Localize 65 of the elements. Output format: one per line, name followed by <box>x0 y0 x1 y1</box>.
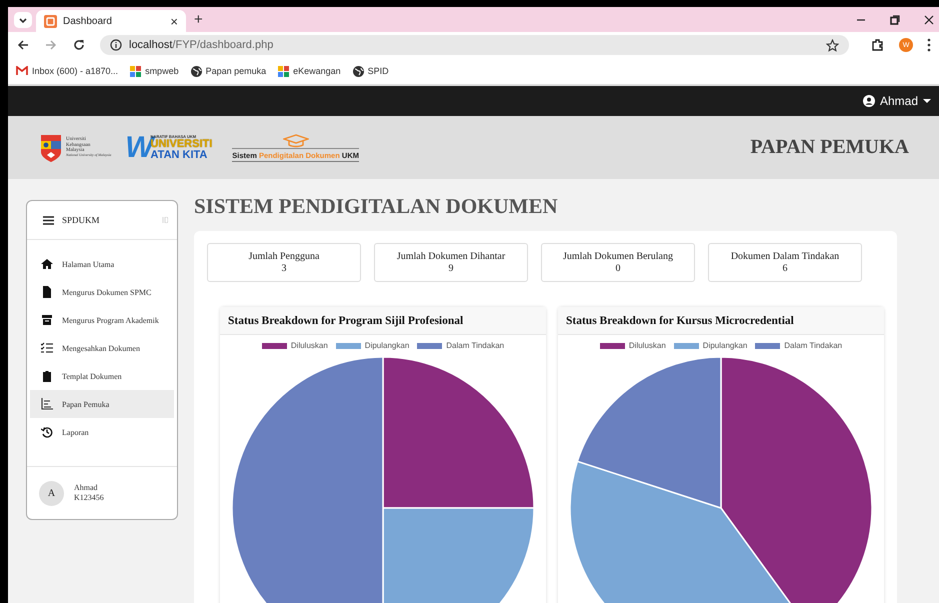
restore-icon[interactable] <box>889 14 901 26</box>
bookmark-star-icon[interactable] <box>826 38 839 52</box>
extensions-icon[interactable] <box>871 38 885 52</box>
sidebar-item[interactable]: Mengurus Dokumen SPMC <box>30 278 174 306</box>
more-icon[interactable] <box>927 38 931 52</box>
bookmark-link[interactable]: Inbox (600) - a1870... <box>16 66 118 76</box>
legend-label[interactable]: Dipulangkan <box>364 341 410 350</box>
chart-icon <box>41 398 53 410</box>
info-icon <box>110 39 122 51</box>
page-header-title: PAPAN PEMUKA <box>750 136 909 159</box>
close-icon[interactable] <box>923 14 935 26</box>
mail-icon <box>16 66 28 76</box>
legend-label[interactable]: Dalam Tindakan <box>784 341 842 350</box>
bookmark-link[interactable]: Papan pemuka <box>190 66 266 76</box>
stat-label: Jumlah Dokumen Berulang <box>563 250 673 262</box>
tab-title: Dashboard <box>63 16 113 26</box>
sidebar-item[interactable]: Laporan <box>30 418 174 446</box>
address-field[interactable]: localhost/FYP/dashboard.php <box>100 35 849 55</box>
sidebar-item[interactable]: Mengesahkan Dokumen <box>30 334 174 362</box>
tab-search-button[interactable] <box>14 12 32 28</box>
stat-value: 9 <box>448 262 454 274</box>
user-menu[interactable]: Ahmad <box>862 94 931 108</box>
sidebar-item[interactable]: Templat Dokumen <box>30 362 174 390</box>
stat-value: 6 <box>782 262 788 274</box>
sidebar-brand: SPDUKM <box>62 215 100 225</box>
stat-value: 0 <box>616 262 620 274</box>
chart-title: Status Breakdown for Program Sijil Profesional <box>220 307 546 335</box>
user-id: K123456 <box>74 493 104 504</box>
sidebar-item[interactable]: Papan Pemuka <box>30 390 174 418</box>
stat-label: Jumlah Pengguna <box>248 250 320 262</box>
grid-icon <box>130 66 142 76</box>
archive-icon <box>41 314 53 326</box>
user-name: Ahmad <box>74 482 99 493</box>
globe-icon <box>352 66 364 76</box>
close-tab-button[interactable]: × <box>170 14 178 28</box>
globe-icon <box>190 66 202 76</box>
browser-tab[interactable]: Dashboard × <box>36 10 186 32</box>
stat-label: Dokumen Dalam Tindakan <box>730 250 840 262</box>
legend-label[interactable]: Dalam Tindakan <box>446 341 504 350</box>
chart-title: Status Breakdown for Kursus Microcredential <box>558 307 884 335</box>
back-icon[interactable] <box>16 38 30 52</box>
caret-icon <box>923 98 931 104</box>
new-tab-button[interactable]: + <box>194 11 203 28</box>
legend-label[interactable]: Dipulangkan <box>702 341 748 350</box>
reload-icon[interactable] <box>72 38 86 52</box>
bookmark-link[interactable]: smpweb <box>130 66 179 76</box>
history-icon <box>41 426 53 438</box>
menu-icon[interactable] <box>43 216 54 224</box>
legend-label[interactable]: Diluluskan <box>628 341 666 350</box>
grid-icon <box>278 66 290 76</box>
sidebar-item[interactable]: Halaman Utama <box>30 250 174 278</box>
clipboard-icon <box>41 370 53 382</box>
user-icon <box>862 95 875 107</box>
file-icon <box>41 286 53 298</box>
sidebar-item[interactable]: Mengurus Program Akademik <box>30 306 174 334</box>
legend-label[interactable]: Diluluskan <box>290 341 328 350</box>
stat-value: 3 <box>282 262 286 274</box>
home-icon <box>41 258 53 270</box>
page-title: SISTEM PENDIGITALAN DOKUMEN <box>194 193 559 219</box>
page-icon <box>44 14 57 28</box>
checklist-icon <box>41 342 53 354</box>
bookmark-link[interactable]: eKewangan <box>278 66 341 76</box>
stat-label: Jumlah Dokumen Dihantar <box>396 250 506 262</box>
bookmark-link[interactable]: SPID <box>352 66 389 76</box>
user-avatar: A <box>39 480 64 506</box>
